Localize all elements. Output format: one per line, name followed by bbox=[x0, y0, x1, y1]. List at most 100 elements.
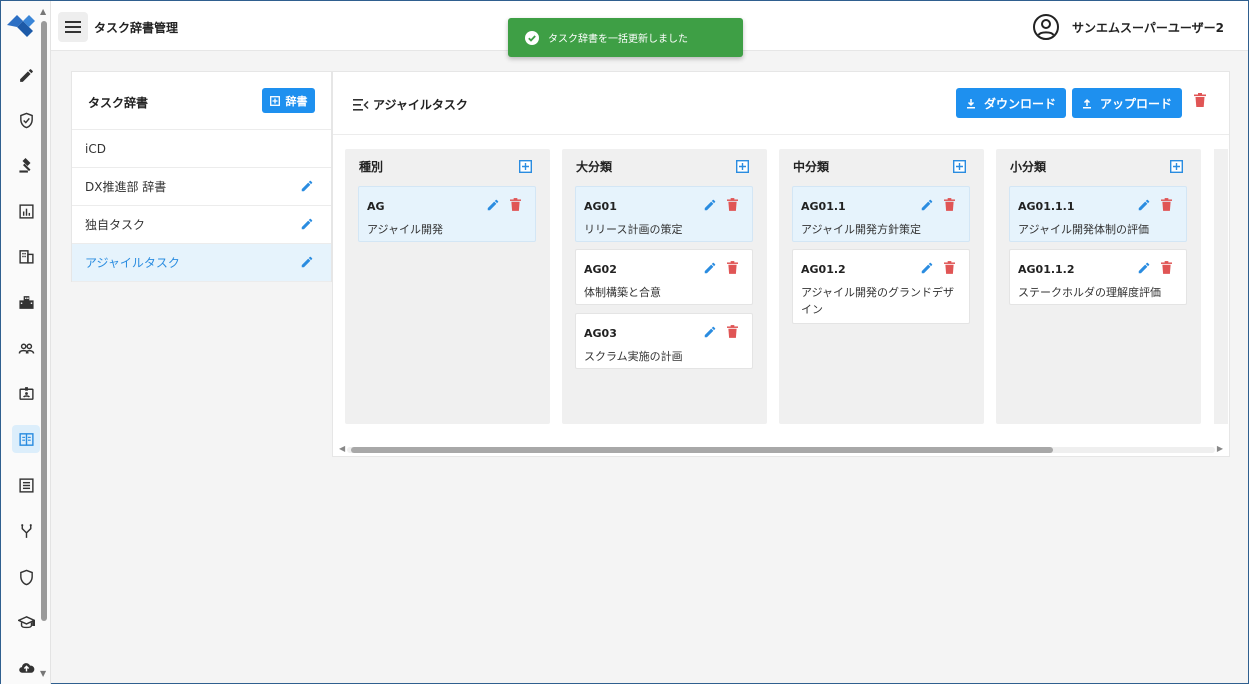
cloud-upload-icon[interactable] bbox=[12, 654, 40, 682]
task-code: AG01 bbox=[584, 200, 617, 213]
edit-icon[interactable] bbox=[920, 198, 934, 212]
delete-icon[interactable] bbox=[510, 198, 521, 211]
upload-icon bbox=[1082, 98, 1091, 108]
board-title-group: アジャイルタスク bbox=[353, 96, 468, 113]
column-title: 小分類 bbox=[1010, 160, 1047, 174]
task-card[interactable]: AG03 スクラム実施の計画 bbox=[575, 313, 753, 369]
add-box-icon[interactable] bbox=[736, 160, 749, 173]
task-card[interactable]: AG01.2 アジャイル開発のグランドデザイン bbox=[792, 249, 970, 324]
edit-icon[interactable] bbox=[1137, 198, 1151, 212]
dictionary-item-icd[interactable]: iCD bbox=[72, 130, 331, 168]
edit-icon[interactable] bbox=[920, 261, 934, 275]
rail-scroll-up[interactable]: ▲ bbox=[40, 7, 46, 16]
scroll-thumb[interactable] bbox=[351, 447, 1053, 453]
menu-button[interactable] bbox=[58, 12, 88, 42]
user-menu[interactable]: サンエムスーパーユーザー2 bbox=[1032, 13, 1224, 41]
task-name: スクラム実施の計画 bbox=[584, 350, 683, 363]
task-name: ステークホルダの理解度評価 bbox=[1018, 286, 1161, 299]
dictionary-list-title: タスク辞書 bbox=[88, 96, 149, 110]
menu-open-icon[interactable] bbox=[353, 98, 369, 111]
download-icon bbox=[966, 98, 975, 108]
delete-icon[interactable] bbox=[727, 325, 738, 338]
edit-icon[interactable] bbox=[300, 217, 314, 231]
users-icon[interactable] bbox=[12, 334, 40, 362]
dictionary-list-panel: タスク辞書 辞書 iCD DX推進部 辞書 独自タスク アジャイルタスク bbox=[71, 71, 332, 282]
dictionary-item-dx[interactable]: DX推進部 辞書 bbox=[72, 168, 331, 206]
building-icon[interactable] bbox=[12, 242, 40, 270]
scroll-left-arrow[interactable]: ◀ bbox=[339, 444, 345, 453]
success-toast: タスク辞書を一括更新しました bbox=[508, 18, 743, 57]
board-title: アジャイルタスク bbox=[373, 98, 468, 112]
task-name: アジャイル開発体制の評価 bbox=[1018, 223, 1150, 236]
task-code: AG01.2 bbox=[801, 263, 846, 276]
add-dictionary-button[interactable]: 辞書 bbox=[262, 88, 315, 113]
column-title: 種別 bbox=[359, 160, 384, 174]
dictionary-item-label: DX推進部 辞書 bbox=[85, 180, 167, 194]
check-circle-icon bbox=[525, 30, 539, 45]
dictionary-icon[interactable] bbox=[12, 425, 40, 453]
delete-icon[interactable] bbox=[944, 198, 955, 211]
scroll-right-arrow[interactable]: ▶ bbox=[1217, 444, 1223, 453]
edit-icon[interactable] bbox=[1137, 261, 1151, 275]
add-box-icon[interactable] bbox=[519, 160, 532, 173]
gavel-icon[interactable] bbox=[12, 151, 40, 179]
delete-icon[interactable] bbox=[944, 261, 955, 274]
fork-icon[interactable] bbox=[12, 517, 40, 545]
shield-icon[interactable] bbox=[12, 563, 40, 591]
task-code: AG03 bbox=[584, 327, 617, 340]
column-next-peek bbox=[1214, 149, 1228, 424]
dictionary-item-label: iCD bbox=[85, 141, 106, 156]
task-card[interactable]: AG02 体制構築と合意 bbox=[575, 249, 753, 305]
task-code: AG01.1 bbox=[801, 200, 846, 213]
rail-scroll-down[interactable]: ▼ bbox=[40, 669, 46, 678]
upload-button[interactable]: アップロード bbox=[1072, 88, 1182, 118]
task-name: 体制構築と合意 bbox=[584, 286, 661, 299]
app-title: タスク辞書管理 bbox=[94, 21, 179, 35]
hamburger-icon bbox=[65, 21, 81, 33]
buildings-icon[interactable] bbox=[12, 288, 40, 316]
rail-scrollbar[interactable] bbox=[41, 21, 47, 621]
board-horizontal-scrollbar[interactable]: ◀ ▶ bbox=[339, 444, 1223, 454]
edit-icon[interactable] bbox=[703, 325, 717, 339]
dictionary-item-custom[interactable]: 独自タスク bbox=[72, 206, 331, 244]
task-code: AG bbox=[367, 200, 385, 213]
list-icon[interactable] bbox=[12, 471, 40, 499]
column-title: 大分類 bbox=[576, 160, 613, 174]
edit-icon[interactable] bbox=[703, 261, 717, 275]
task-card[interactable]: AG アジャイル開発 bbox=[358, 186, 536, 242]
delete-icon[interactable] bbox=[1161, 198, 1172, 211]
task-card[interactable]: AG01.1.1 アジャイル開発体制の評価 bbox=[1009, 186, 1187, 242]
delete-icon[interactable] bbox=[1161, 261, 1172, 274]
task-code: AG02 bbox=[584, 263, 617, 276]
shield-check-icon[interactable] bbox=[12, 106, 40, 134]
delete-icon[interactable] bbox=[727, 198, 738, 211]
add-box-icon[interactable] bbox=[953, 160, 966, 173]
delete-icon[interactable] bbox=[727, 261, 738, 274]
column-middle: 中分類 AG01.1 アジャイル開発方針策定 AG01.2 アジャイル開発のグラ… bbox=[779, 149, 984, 424]
pencil-icon[interactable] bbox=[12, 61, 40, 89]
delete-dictionary-icon[interactable] bbox=[1194, 93, 1206, 107]
edit-icon[interactable] bbox=[300, 255, 314, 269]
task-name: アジャイル開発 bbox=[367, 223, 444, 236]
dictionary-list-header: タスク辞書 辞書 bbox=[72, 72, 331, 130]
upload-label: アップロード bbox=[1099, 96, 1172, 111]
dictionary-item-label: アジャイルタスク bbox=[85, 256, 180, 270]
app-logo[interactable] bbox=[7, 13, 35, 37]
edit-icon[interactable] bbox=[300, 179, 314, 193]
column-title: 中分類 bbox=[793, 160, 830, 174]
task-card[interactable]: AG01.1.2 ステークホルダの理解度評価 bbox=[1009, 249, 1187, 305]
task-card[interactable]: AG01 リリース計画の策定 bbox=[575, 186, 753, 242]
edit-icon[interactable] bbox=[703, 198, 717, 212]
edit-icon[interactable] bbox=[486, 198, 500, 212]
dictionary-item-agile[interactable]: アジャイルタスク bbox=[72, 244, 331, 282]
task-board-panel: アジャイルタスク ダウンロード アップロード 種別 AG アジャイル開発 大分類… bbox=[332, 71, 1230, 457]
download-button[interactable]: ダウンロード bbox=[956, 88, 1066, 118]
graduation-cap-icon[interactable] bbox=[12, 608, 40, 636]
add-box-icon[interactable] bbox=[1170, 160, 1183, 173]
add-dictionary-label: 辞書 bbox=[285, 94, 308, 108]
bar-chart-icon[interactable] bbox=[12, 197, 40, 225]
task-code: AG01.1.2 bbox=[1018, 263, 1075, 276]
download-label: ダウンロード bbox=[983, 96, 1056, 111]
id-card-icon[interactable] bbox=[12, 379, 40, 407]
task-card[interactable]: AG01.1 アジャイル開発方針策定 bbox=[792, 186, 970, 242]
